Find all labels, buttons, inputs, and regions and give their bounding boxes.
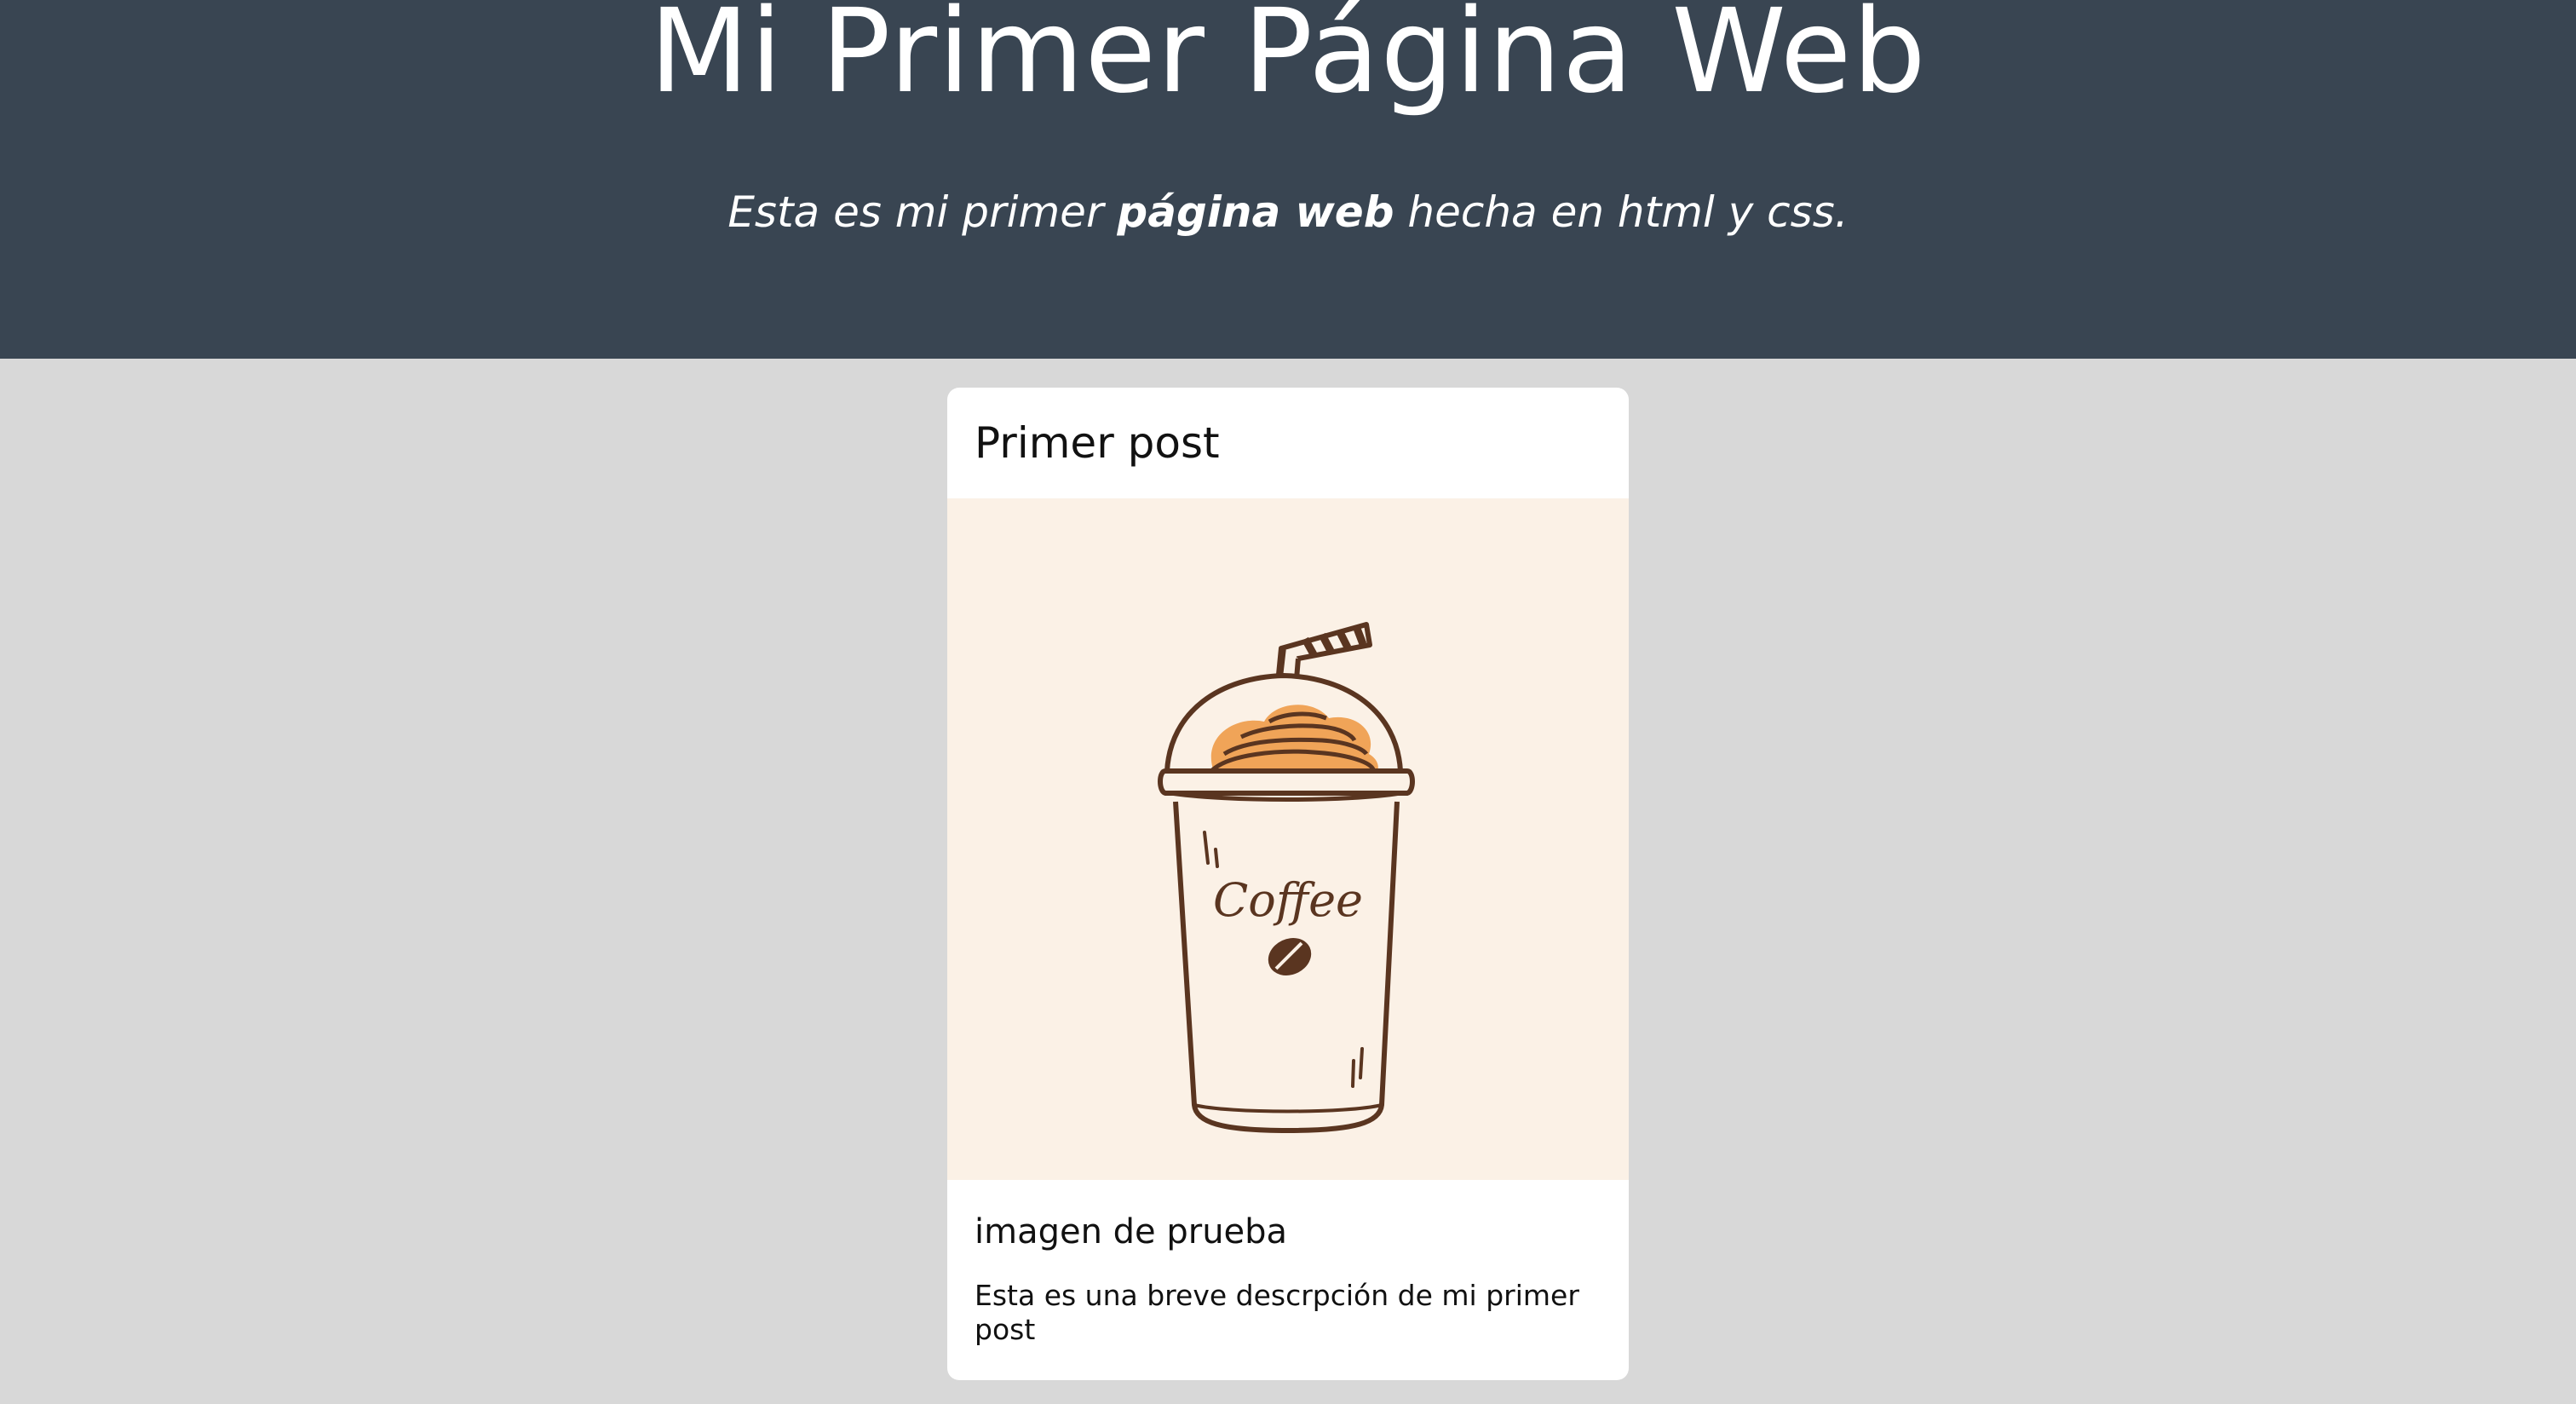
post-title: Primer post [975,418,1220,468]
subtitle-text-start: Esta es mi primer [727,187,1118,237]
site-header: Mi Primer Página Web Esta es mi primer p… [0,0,2576,359]
page-title: Mi Primer Página Web [649,0,1927,119]
post-image: Coffee [947,498,1629,1180]
cup-label-text: Coffee [1213,873,1363,927]
coffee-cup-illustration: Coffee [1158,622,1415,1133]
post-description: Esta es una breve descrpción de mi prime… [975,1279,1579,1346]
post-card: Primer post Coffee imagen de prueba Esta… [947,388,1629,1380]
subtitle-text-bold: página web [1117,187,1394,237]
subtitle-text-end: hecha en html y css. [1394,187,1849,237]
page-subtitle: Esta es mi primer página web hecha en ht… [0,187,2576,237]
post-subtitle: imagen de prueba [975,1212,1288,1252]
